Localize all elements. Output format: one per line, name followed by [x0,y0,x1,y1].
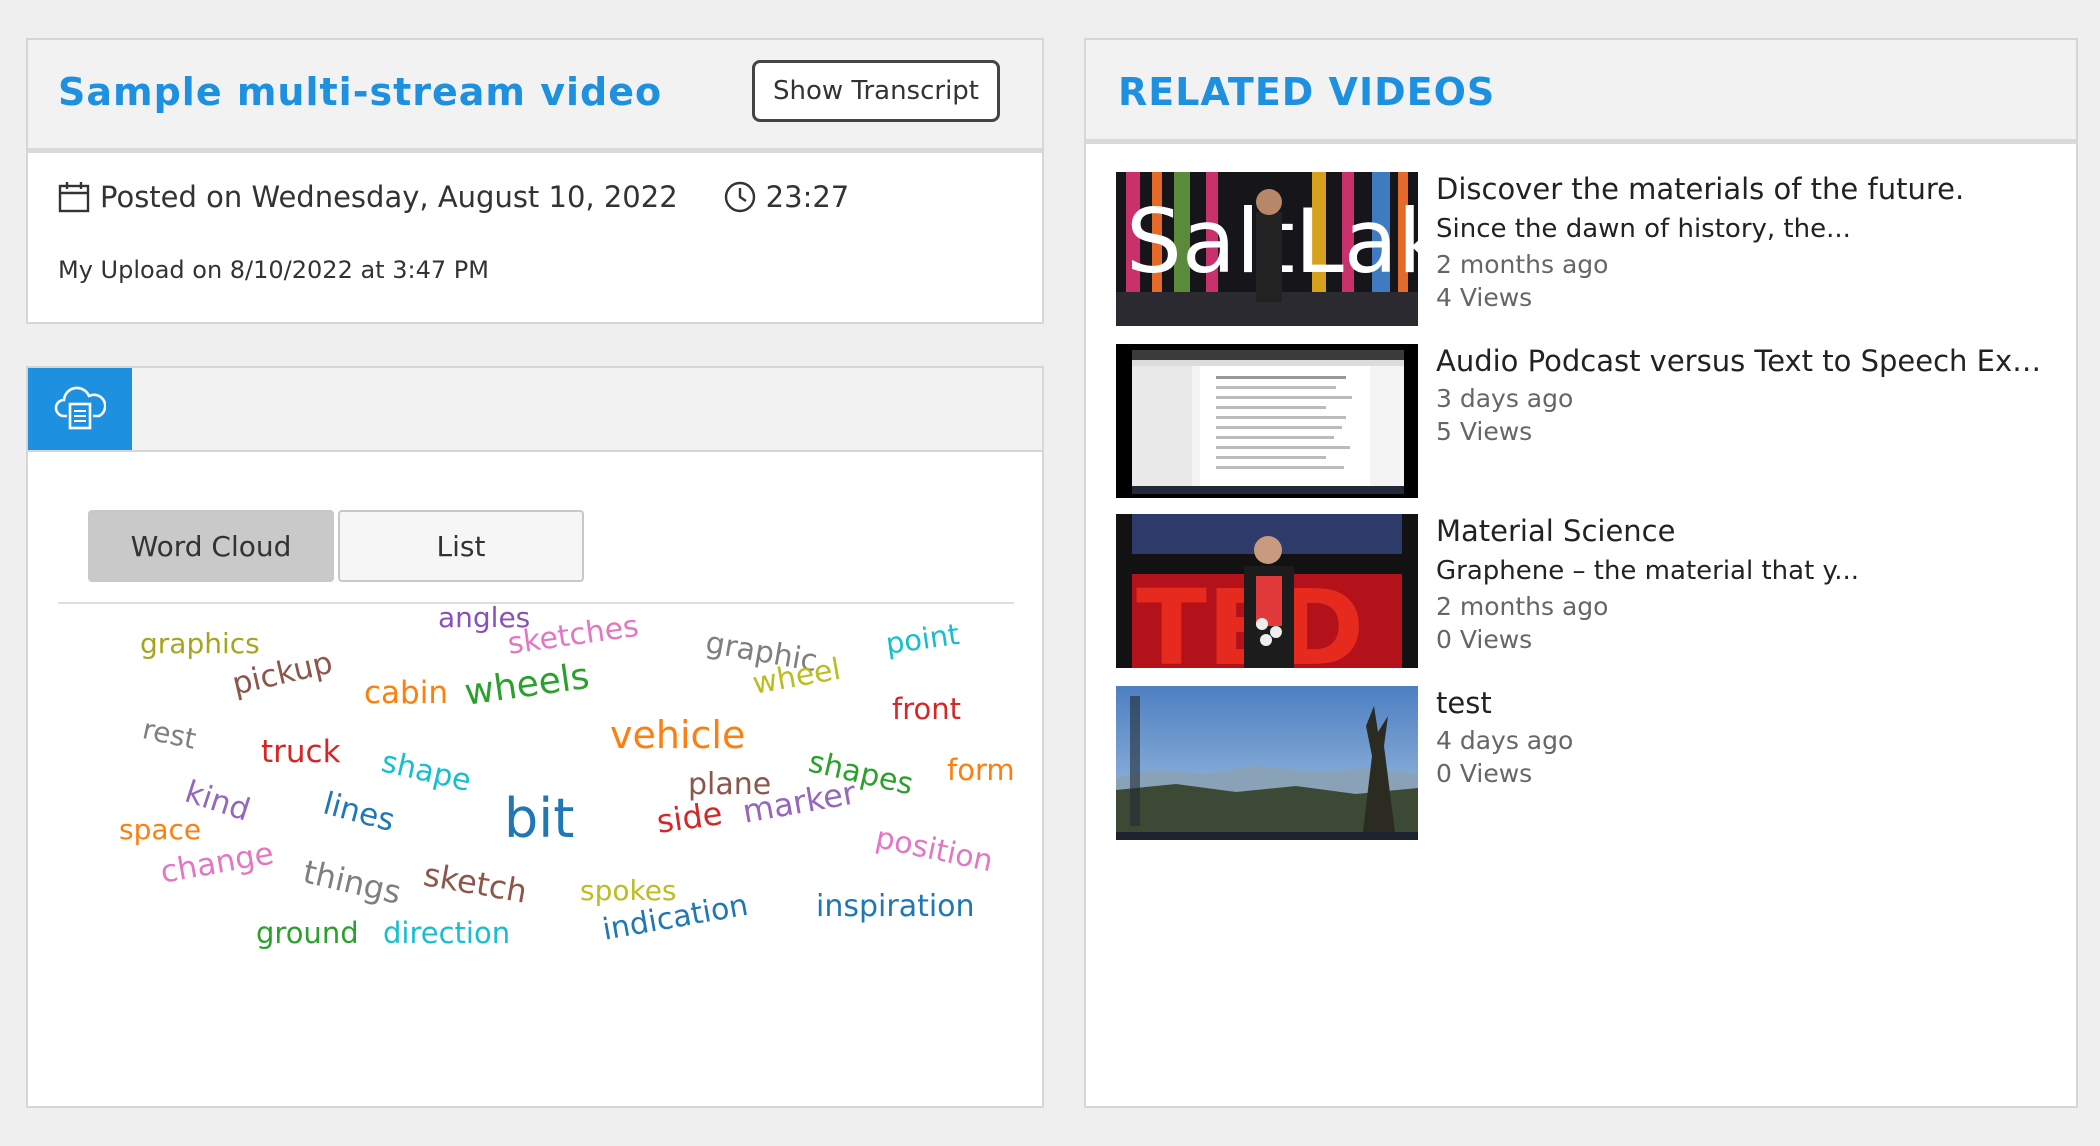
related-video-info: Material Science Graphene – the material… [1436,514,2056,654]
video-meta-row: Posted on Wednesday, August 10, 2022 23:… [58,180,849,214]
related-video-views: 0 Views [1436,759,1533,788]
related-video-title[interactable]: Discover the materials of the future. [1436,172,2056,206]
related-video-title[interactable]: Audio Podcast versus Text to Speech Exa.… [1436,344,2056,378]
video-thumbnail[interactable] [1116,686,1418,840]
related-videos-heading: RELATED VIDEOS [1118,70,1496,114]
word-cloud-word[interactable]: bit [504,792,574,846]
related-video-info: Audio Podcast versus Text to Speech Exa.… [1436,344,2056,446]
word-cloud-word[interactable]: truck [261,737,341,768]
related-video-age: 2 months ago [1436,250,1609,279]
related-video-item[interactable]: TED Material Science Graphene – the mate… [1116,514,2056,668]
transcript-panel-header [28,368,1042,452]
show-transcript-button[interactable]: Show Transcript [752,60,1000,122]
cloud-document-icon [54,384,107,434]
word-cloud-word[interactable]: vehicle [610,716,745,754]
upload-info: My Upload on 8/10/2022 at 3:47 PM [58,256,489,284]
word-cloud-word[interactable]: sketch [421,855,530,911]
related-video-views: 0 Views [1436,625,1533,654]
related-video-age: 4 days ago [1436,726,1574,755]
word-cloud-word[interactable]: lines [319,786,398,839]
related-videos-header: RELATED VIDEOS [1086,40,2076,144]
related-video-views: 4 Views [1436,283,1533,312]
word-cloud-word[interactable]: shape [378,744,474,798]
word-cloud: graphics angles sketches graphic point pickup… [28,604,1042,1084]
word-cloud-word[interactable]: direction [383,919,510,948]
list-tab[interactable]: List [338,510,584,582]
word-cloud-word[interactable]: spokes [580,877,677,905]
posted-date: Posted on Wednesday, August 10, 2022 [100,180,678,214]
related-video-item[interactable]: SaltLak Discover the materials of the fu… [1116,172,2056,326]
word-cloud-word[interactable]: graphics [140,630,260,658]
word-cloud-word[interactable]: inspiration [816,892,975,922]
video-info-header: Sample multi-stream video Show Transcrip… [28,40,1042,153]
word-cloud-word[interactable]: things [300,852,405,911]
word-cloud-word[interactable]: wheels [462,656,592,714]
word-cloud-word[interactable]: side [654,794,724,841]
video-title: Sample multi-stream video [58,70,663,114]
related-video-age: 2 months ago [1436,592,1609,621]
word-cloud-word[interactable]: space [119,816,201,844]
word-cloud-tab[interactable]: Word Cloud [88,510,334,582]
related-videos-panel: RELATED VIDEOS SaltLak Discover the mate… [1084,38,2078,1108]
word-cloud-word[interactable]: front [892,695,961,724]
transcript-panel: Word Cloud List graphics angles sketches gr… [26,366,1044,1108]
clock-icon [724,181,756,213]
video-thumbnail[interactable]: SaltLak [1116,172,1418,326]
related-video-title[interactable]: Material Science [1436,514,2056,548]
related-video-item[interactable]: test 4 days ago 0 Views [1116,686,2056,840]
word-cloud-word[interactable]: position [872,820,996,879]
word-cloud-word[interactable]: form [947,756,1015,785]
video-duration: 23:27 [765,180,850,214]
video-info-panel: Sample multi-stream video Show Transcrip… [26,38,1044,324]
video-thumbnail[interactable] [1116,344,1418,498]
word-cloud-word[interactable]: cabin [364,678,448,709]
related-video-title[interactable]: test [1436,686,2056,720]
related-video-age: 3 days ago [1436,384,1574,413]
related-video-item[interactable]: Audio Podcast versus Text to Speech Exa.… [1116,344,2056,498]
related-video-info: Discover the materials of the future. Si… [1436,172,2056,312]
word-cloud-word[interactable]: rest [140,712,199,755]
transcript-tab[interactable] [28,368,132,450]
related-video-description: Since the dawn of history, the... [1436,214,1851,244]
related-video-description: Graphene – the material that y... [1436,556,1860,586]
video-thumbnail[interactable]: TED [1116,514,1418,668]
related-video-info: test 4 days ago 0 Views [1436,686,2056,788]
calendar-icon [58,181,90,213]
word-cloud-word[interactable]: ground [256,919,359,948]
related-video-views: 5 Views [1436,417,1533,446]
word-cloud-word[interactable]: point [884,617,962,661]
